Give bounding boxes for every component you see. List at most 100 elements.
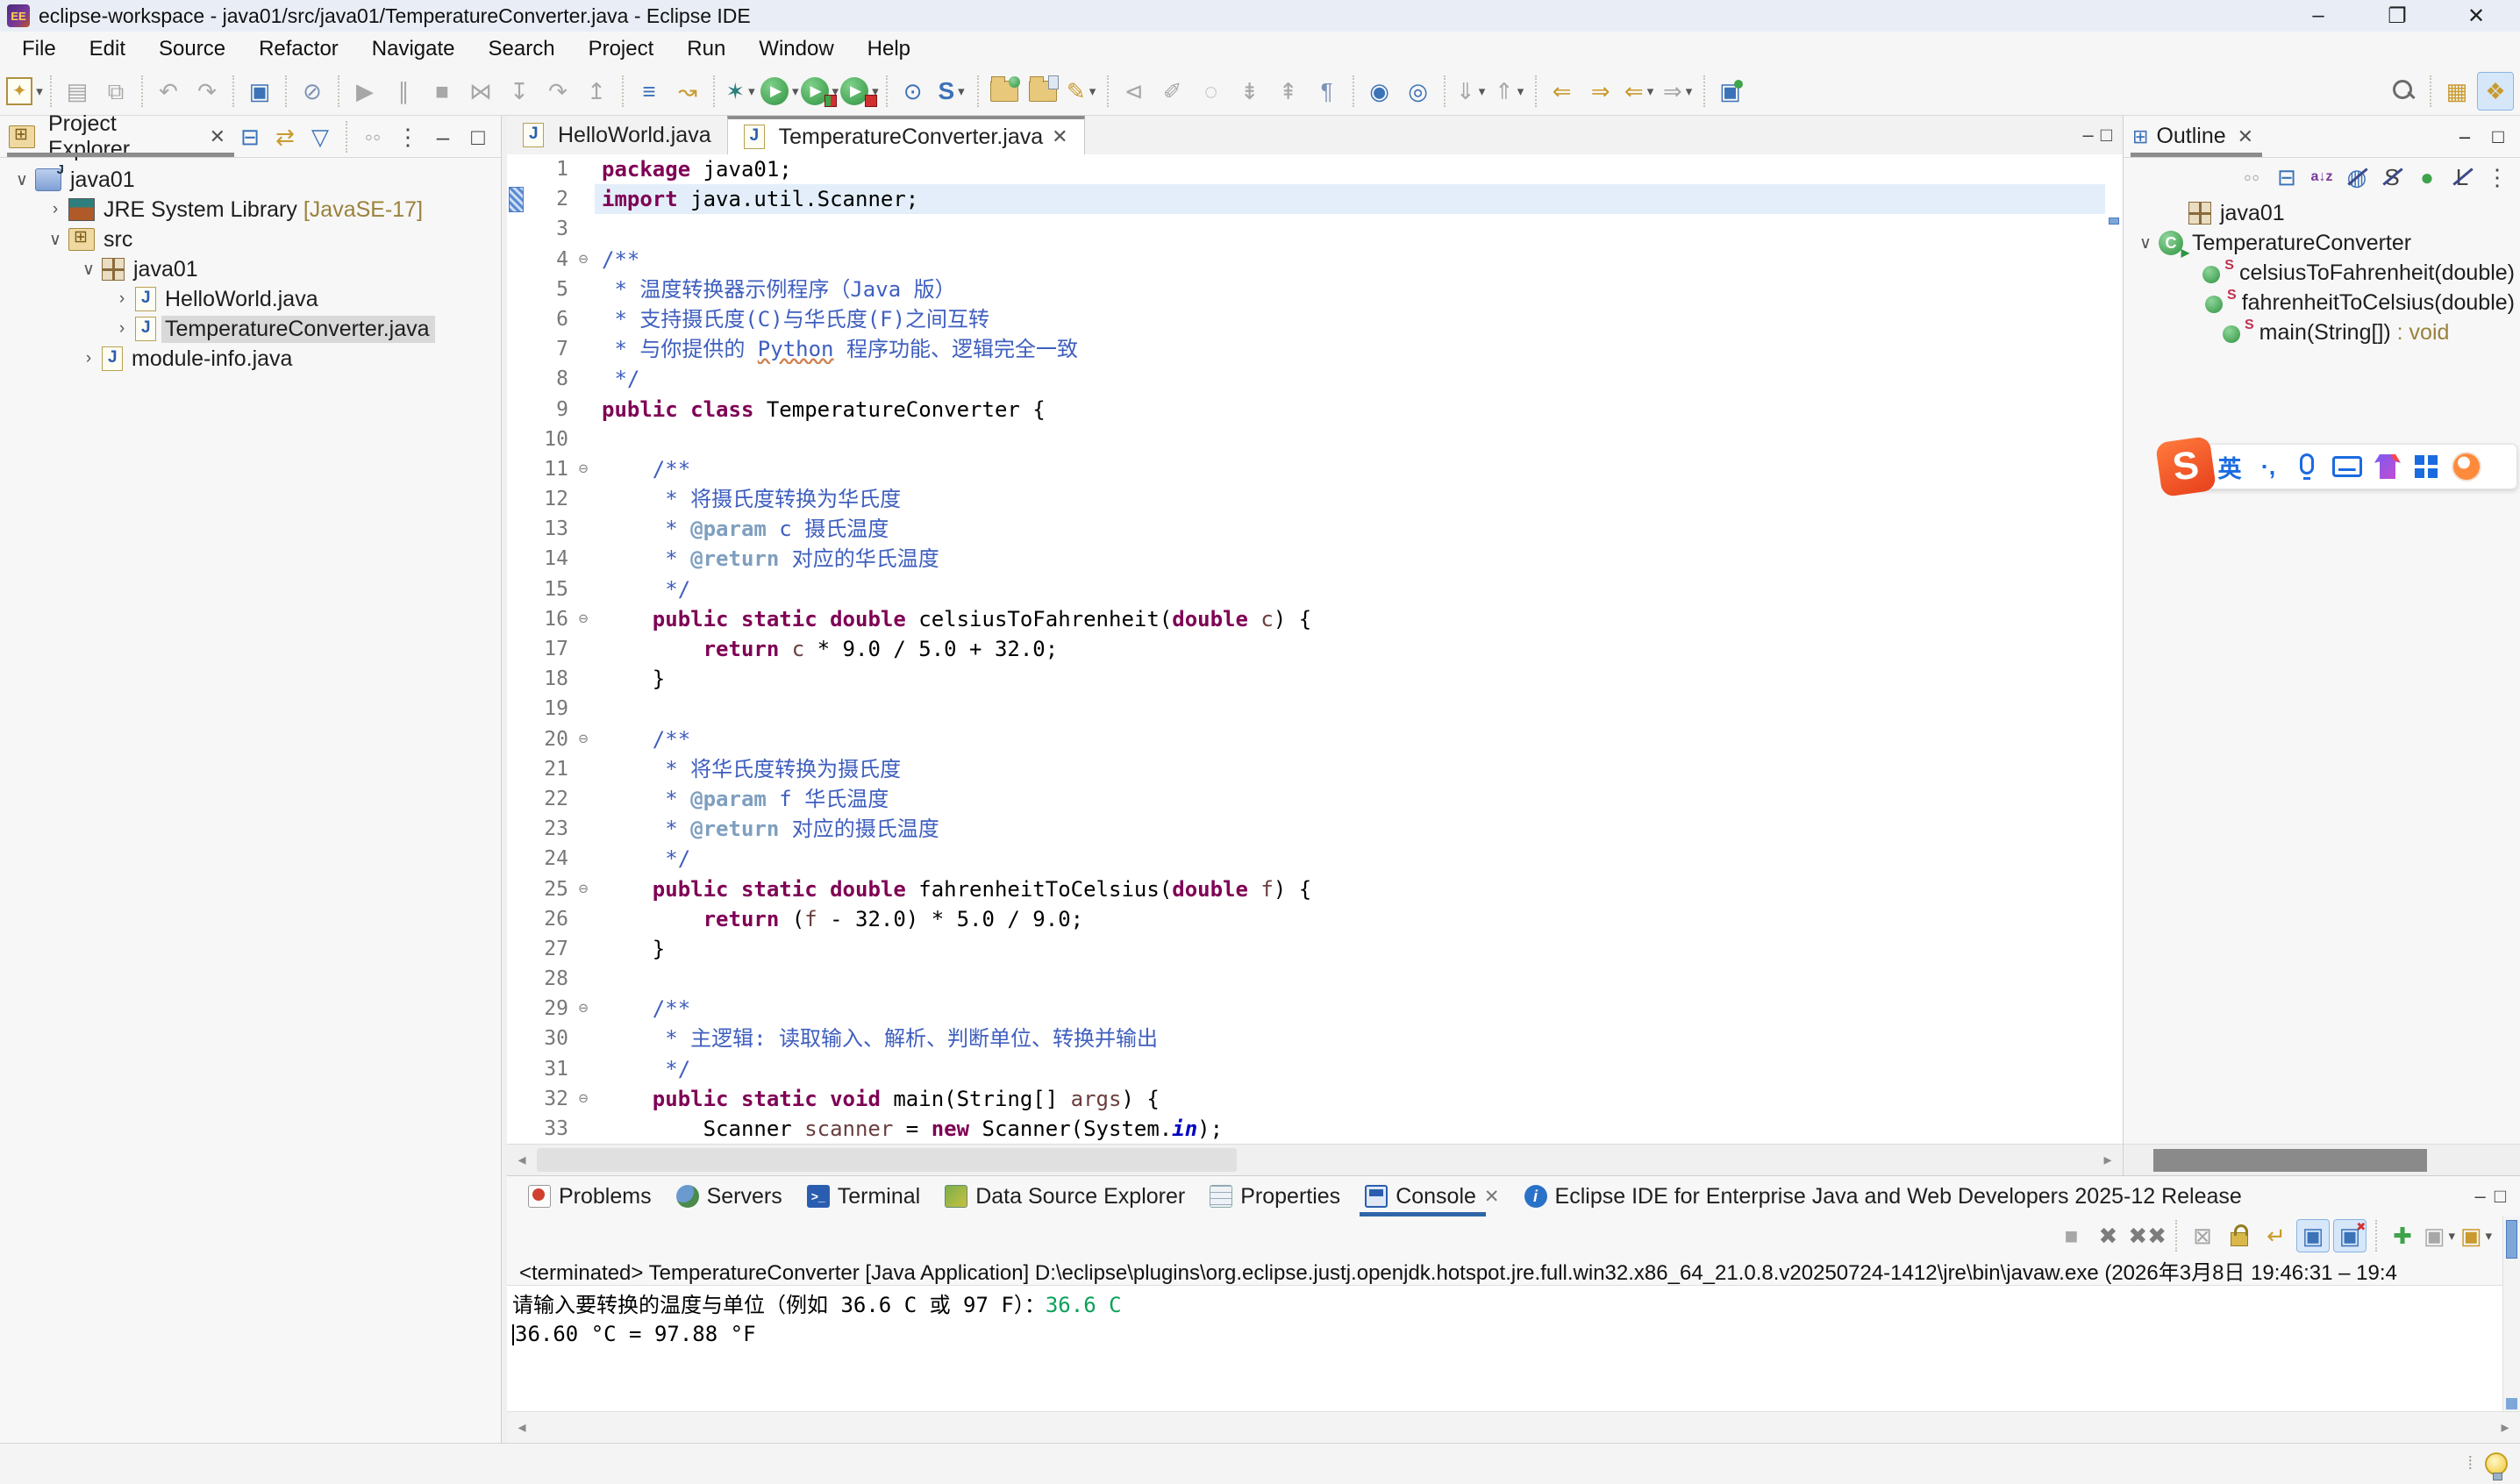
menu-refactor[interactable]: Refactor (242, 34, 355, 64)
logical-structure-button[interactable]: ≡ (631, 72, 667, 111)
tree-item-helloworld-java[interactable]: ›HelloWorld.java (0, 284, 501, 314)
code-line-10[interactable]: 10 (507, 425, 2123, 454)
scroll-thumb[interactable] (2506, 1220, 2517, 1259)
menu-search[interactable]: Search (472, 34, 572, 64)
fold-marker-icon[interactable]: ⊖ (572, 874, 595, 904)
close-button[interactable]: ✕ (2439, 2, 2513, 30)
scroll-left-icon[interactable]: ◂ (507, 1418, 537, 1437)
fold-marker-icon[interactable]: ⊖ (572, 1084, 595, 1114)
web-service-button[interactable]: S▾ (933, 72, 970, 111)
scroll-left-icon[interactable]: ◂ (507, 1151, 537, 1169)
minimize-view-button[interactable]: – (2474, 1185, 2485, 1208)
code-editor[interactable]: 1package java01;2import java.util.Scanne… (507, 154, 2123, 1144)
maximize-view-button[interactable]: □ (2101, 124, 2112, 146)
next-annotation-button[interactable]: ⇟ (1231, 72, 1268, 111)
console-remove-all-button[interactable]: ✖✖ (2128, 1219, 2167, 1252)
skip-breakpoints-button[interactable]: ⊘ (294, 72, 331, 111)
code-line-3[interactable]: 3 (507, 214, 2123, 244)
console-output[interactable]: 请输入要转换的温度与单位（例如 36.6 C 或 97 F）：36.6 C36.… (507, 1285, 2520, 1411)
filter-button[interactable]: ▽ (305, 121, 335, 153)
code-line-8[interactable]: 8 */ (507, 364, 2123, 394)
terminate-button[interactable]: ■ (424, 72, 460, 111)
code-line-28[interactable]: 28 (507, 964, 2123, 994)
annotate-button[interactable]: ✎▾ (1063, 72, 1100, 111)
debug-button[interactable]: ✶▾ (722, 72, 759, 111)
chevron-expanded-icon[interactable]: ∨ (2132, 233, 2159, 253)
step-filters-button[interactable]: ↝ (669, 72, 706, 111)
prev-annotation-button[interactable]: ⇞ (1270, 72, 1307, 111)
editor-tab-helloworld.java[interactable]: HelloWorld.java (507, 116, 727, 154)
code-line-20[interactable]: 20⊖ /** (507, 724, 2123, 754)
ime-language-mode-button[interactable]: 英 (2217, 450, 2243, 484)
code-line-22[interactable]: 22 * @param f 华氏温度 (507, 784, 2123, 814)
scroll-thumb[interactable] (537, 1148, 1237, 1172)
console-remove-launch-button[interactable]: ✖ (2091, 1219, 2124, 1252)
menu-source[interactable]: Source (142, 34, 242, 64)
word-wrap-button[interactable]: ↵ (2259, 1219, 2293, 1252)
tree-item-module-info-java[interactable]: ›module-info.java (0, 344, 501, 374)
last-edit-location-button[interactable]: ⇐ (1544, 72, 1581, 111)
outline-item-celsiustofahrenheit-double-[interactable]: ScelsiusToFahrenheit(double) (2124, 258, 2520, 288)
tree-item-temperatureconverter-java[interactable]: ›TemperatureConverter.java (0, 314, 501, 344)
outline-item-fahrenheittocelsius-double-[interactable]: SfahrenheitToCelsius(double) (2124, 288, 2520, 317)
maximize-view-button[interactable]: □ (463, 121, 493, 153)
forward-button[interactable]: ⇒▾ (1660, 72, 1696, 111)
code-line-18[interactable]: 18 } (507, 664, 2123, 694)
tab-properties[interactable]: Properties (1197, 1176, 1353, 1216)
clear-console-button[interactable]: ⊠ (2186, 1219, 2219, 1252)
pin-console-button[interactable]: ✚ (2386, 1219, 2419, 1252)
code-line-13[interactable]: 13 * @param c 摄氏温度 (507, 514, 2123, 544)
code-line-17[interactable]: 17 return c * 9.0 / 5.0 + 32.0; (507, 634, 2123, 664)
tab-project-explorer[interactable]: Project Explorer ✕ (7, 116, 234, 157)
show-stderr-button[interactable]: ▣ (2333, 1219, 2367, 1252)
tab-console[interactable]: Console✕ (1353, 1176, 1511, 1216)
code-line-1[interactable]: 1package java01; (507, 154, 2123, 184)
announce-button[interactable]: ⊲ (1116, 72, 1153, 111)
save-all-button[interactable]: ⧉ (97, 72, 134, 111)
tree-item-jre-system-library-[interactable]: ›JRE System Library [JavaSE-17] (0, 195, 501, 225)
code-line-12[interactable]: 12 * 将摄氏度转换为华氏度 (507, 484, 2123, 514)
code-line-9[interactable]: 9public class TemperatureConverter { (507, 395, 2123, 425)
resume-button[interactable]: ▶ (346, 72, 383, 111)
back-button[interactable]: ⇐▾ (1621, 72, 1658, 111)
code-line-4[interactable]: 4⊖/** (507, 245, 2123, 275)
code-line-15[interactable]: 15 */ (507, 574, 2123, 604)
scroll-thumb[interactable] (2153, 1149, 2427, 1172)
remote-systems-button[interactable]: ▣ (241, 72, 278, 111)
new-wizard-button[interactable]: ✦▾ (6, 72, 43, 111)
editor-tab-temperatureconverter.java[interactable]: TemperatureConverter.java✕ (727, 116, 1085, 154)
code-line-26[interactable]: 26 return (f - 32.0) * 5.0 / 9.0; (507, 904, 2123, 934)
code-line-27[interactable]: 27 } (507, 934, 2123, 964)
minimize-view-button[interactable]: – (428, 121, 458, 153)
external-tools-button[interactable]: ⊙ (895, 72, 932, 111)
ime-punctuation-button[interactable]: ·, (2255, 453, 2281, 481)
focus-button[interactable]: ◦◦ (358, 121, 388, 153)
chevron-expanded-icon[interactable]: ∨ (75, 260, 102, 280)
maximize-button[interactable]: ❐ (2360, 2, 2434, 30)
menu-run[interactable]: Run (670, 34, 742, 64)
coverage-button[interactable]: ▶▾ (801, 72, 839, 111)
link-with-editor-button[interactable]: ⇄ (270, 121, 300, 153)
collapse-all-button[interactable]: ⊟ (2272, 161, 2302, 193)
clean-button[interactable]: ✐ (1154, 72, 1191, 111)
open-console-button[interactable]: ▣▾ (2459, 1219, 2493, 1252)
fold-marker-icon[interactable]: ⊖ (572, 604, 595, 634)
hide-fields-button[interactable]: ◍ (2342, 161, 2372, 193)
remote-search-button[interactable]: ◎ (1400, 72, 1437, 111)
tree-item-src[interactable]: ∨src (0, 225, 501, 254)
ime-toolbox-icon[interactable] (2413, 455, 2439, 478)
fold-marker-icon[interactable]: ⊖ (572, 994, 595, 1024)
scroll-lock-button[interactable] (2223, 1219, 2256, 1252)
step-into-button[interactable]: ↧ (501, 72, 538, 111)
code-line-6[interactable]: 6 * 支持摄氏度(C)与华氏度(F)之间互转 (507, 304, 2123, 334)
code-line-24[interactable]: 24 */ (507, 844, 2123, 874)
code-line-2[interactable]: 2import java.util.Scanner; (507, 184, 2123, 214)
step-return-button[interactable]: ↥ (578, 72, 615, 111)
hide-static-button[interactable]: S (2377, 161, 2407, 193)
step-over-button[interactable]: ↷ (539, 72, 576, 111)
code-line-7[interactable]: 7 * 与你提供的 Python 程序功能、逻辑完全一致 (507, 334, 2123, 364)
code-line-14[interactable]: 14 * @return 对应的华氏温度 (507, 544, 2123, 574)
chevron-expanded-icon[interactable]: ∨ (42, 230, 68, 250)
sogou-logo-icon[interactable]: S (2155, 436, 2217, 497)
next-edit-location-button[interactable]: ⇒ (1582, 72, 1619, 111)
